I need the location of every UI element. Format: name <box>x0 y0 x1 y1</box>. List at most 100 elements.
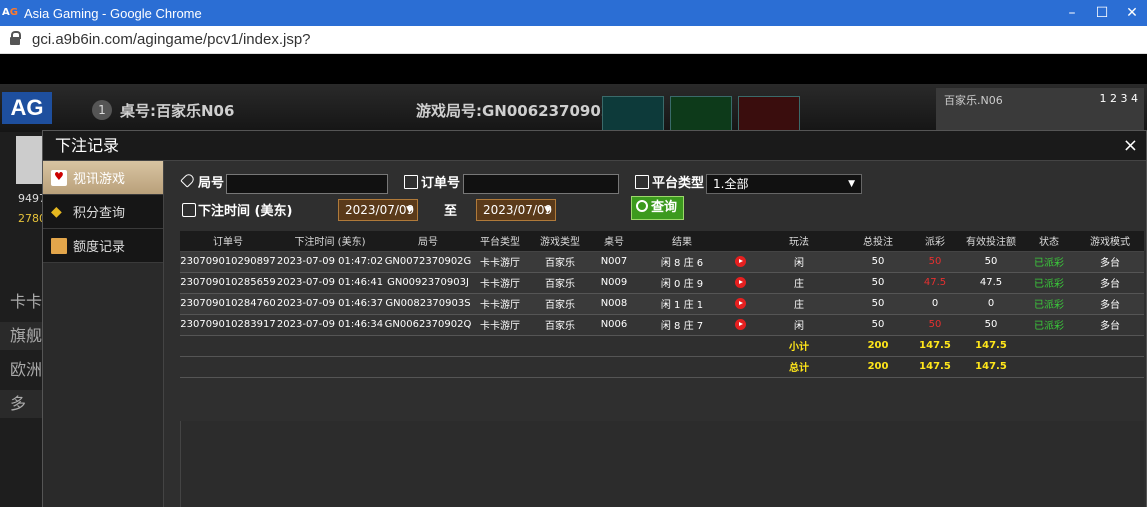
cell-replay <box>728 272 752 294</box>
cell-order: 230709010283917 <box>180 314 276 336</box>
subtotal-label: 小计 <box>752 335 846 357</box>
tie-bet-box[interactable] <box>670 96 732 132</box>
cell-bet: 50 <box>846 314 910 336</box>
total-payout: 147.5 <box>910 356 960 378</box>
col-header: 有效投注额 <box>960 231 1022 252</box>
cell-bet: 50 <box>846 293 910 315</box>
left-item-1[interactable]: 卡卡 <box>0 288 42 316</box>
cell-status: 已派彩 <box>1022 293 1076 315</box>
table-row[interactable]: 230709010284760 2023-07-09 01:46:37 GN00… <box>180 293 1144 315</box>
date-to-input[interactable]: 2023/07/09 ▼ <box>476 199 556 221</box>
modal-sidebar: 视讯游戏 ◆ 积分查询 额度记录 <box>43 161 164 507</box>
cell-bet: 50 <box>846 251 910 273</box>
round-label: 游戏局号:GN0062370902R <box>416 102 623 120</box>
calendar-icon <box>182 203 196 217</box>
cell-bet: 50 <box>846 272 910 294</box>
player-bet-box[interactable] <box>602 96 664 132</box>
modal-header: 下注记录 × <box>43 131 1146 161</box>
cell-result: 闲 1 庄 1 <box>636 293 728 315</box>
close-window-button[interactable]: ✕ <box>1117 0 1147 26</box>
cell-status: 已派彩 <box>1022 251 1076 273</box>
gem-icon: ◆ <box>51 203 62 220</box>
avatar <box>16 136 42 184</box>
cell-mode: 多台 <box>1076 293 1144 315</box>
play-video-icon[interactable] <box>734 276 746 288</box>
maximize-button[interactable]: ☐ <box>1087 0 1117 26</box>
cell-platform: 卡卡游厅 <box>472 314 528 336</box>
play-video-icon[interactable] <box>734 318 746 330</box>
col-header <box>728 231 752 252</box>
tag-icon <box>180 172 196 188</box>
col-header: 桌号 <box>592 231 636 252</box>
round-filter-label: 局号 <box>198 176 225 191</box>
video-label: 百家乐.N06 <box>944 94 1003 107</box>
sidebar-item-points[interactable]: ◆ 积分查询 <box>43 195 163 229</box>
col-header: 平台类型 <box>472 231 528 252</box>
subtotal-payout: 147.5 <box>910 335 960 357</box>
left-item-4[interactable]: 多 <box>0 390 42 418</box>
video-thumbnail[interactable]: 百家乐.N06 1 2 3 4 <box>936 88 1144 132</box>
col-header: 总投注 <box>846 231 910 252</box>
lock-icon <box>10 30 21 45</box>
cell-round: GN0082370903S <box>384 293 472 315</box>
minimize-button[interactable]: – <box>1057 0 1087 26</box>
modal-content: 局号 订单号 平台类型 1.全部 ▼ 下注时间 (美东) 2023/07/09 … <box>164 161 1146 507</box>
platform-select[interactable]: 1.全部 ▼ <box>706 174 862 194</box>
table-label: 桌号:百家乐N06 <box>120 102 235 120</box>
play-video-icon[interactable] <box>734 297 746 309</box>
table-row[interactable]: 230709010290897 2023-07-09 01:47:02 GN00… <box>180 251 1144 273</box>
cell-time: 2023-07-09 01:46:37 <box>276 293 384 315</box>
query-button[interactable]: 查询 <box>631 196 685 220</box>
subtotal-bet: 200 <box>846 335 910 357</box>
banker-bet-box[interactable] <box>738 96 800 132</box>
total-valid: 147.5 <box>960 356 1022 378</box>
cell-mode: 多台 <box>1076 251 1144 273</box>
date-to-value: 2023/07/09 <box>483 203 553 217</box>
left-item-2[interactable]: 旗舰 <box>0 322 42 350</box>
col-header: 游戏类型 <box>528 231 592 252</box>
total-row: 总计 200 147.5 147.5 <box>180 356 1144 378</box>
address-bar[interactable]: gci.a9b6in.com/agingame/pcv1/index.jsp? <box>0 26 1147 54</box>
date-from-input[interactable]: 2023/07/09 ▼ <box>338 199 418 221</box>
col-header: 游戏模式 <box>1076 231 1144 252</box>
window-title: Asia Gaming - Google Chrome <box>24 5 202 21</box>
sidebar-item-label: 视讯游戏 <box>73 172 126 187</box>
table-number-badge: 1 <box>92 100 112 120</box>
platform-filter-label: 平台类型 <box>652 176 705 191</box>
cell-platform: 卡卡游厅 <box>472 272 528 294</box>
cell-play: 闲 <box>752 314 846 336</box>
sidebar-item-credit[interactable]: 额度记录 <box>43 229 163 263</box>
modal-close-button[interactable]: × <box>1123 131 1138 161</box>
cell-time: 2023-07-09 01:46:41 <box>276 272 384 294</box>
cell-payout: 50 <box>910 314 960 336</box>
col-header: 结果 <box>636 231 728 252</box>
cell-payout: 47.5 <box>910 272 960 294</box>
cell-game: 百家乐 <box>528 293 592 315</box>
sidebar-item-video-games[interactable]: 视讯游戏 <box>43 161 163 195</box>
cell-valid: 50 <box>960 314 1022 336</box>
cell-payout: 50 <box>910 251 960 273</box>
col-header: 订单号 <box>180 231 276 252</box>
bet-record-modal: 下注记录 × 视讯游戏 ◆ 积分查询 额度记录 局号 订单 <box>42 130 1147 507</box>
order-input[interactable] <box>463 174 619 194</box>
cell-round: GN0092370903J <box>384 272 472 294</box>
platform-select-value: 1.全部 <box>713 177 749 191</box>
cell-status: 已派彩 <box>1022 314 1076 336</box>
cell-table: N007 <box>592 251 636 273</box>
table-row[interactable]: 230709010285659 2023-07-09 01:46:41 GN00… <box>180 272 1144 294</box>
cell-game: 百家乐 <box>528 272 592 294</box>
cell-play: 庄 <box>752 293 846 315</box>
round-input[interactable] <box>226 174 388 194</box>
left-item-3[interactable]: 欧洲 <box>0 356 42 384</box>
play-video-icon[interactable] <box>734 255 746 267</box>
cell-time: 2023-07-09 01:46:34 <box>276 314 384 336</box>
platform-icon <box>635 175 649 189</box>
browser-titlebar: AG Asia Gaming - Google Chrome – ☐ ✕ <box>0 0 1147 26</box>
cell-table: N008 <box>592 293 636 315</box>
cell-replay <box>728 251 752 273</box>
cell-order: 230709010285659 <box>180 272 276 294</box>
url-text: gci.a9b6in.com/agingame/pcv1/index.jsp? <box>32 31 311 48</box>
video-tabs[interactable]: 1 2 3 4 <box>1100 92 1138 105</box>
cards-icon <box>51 169 67 186</box>
table-row[interactable]: 230709010283917 2023-07-09 01:46:34 GN00… <box>180 314 1144 336</box>
